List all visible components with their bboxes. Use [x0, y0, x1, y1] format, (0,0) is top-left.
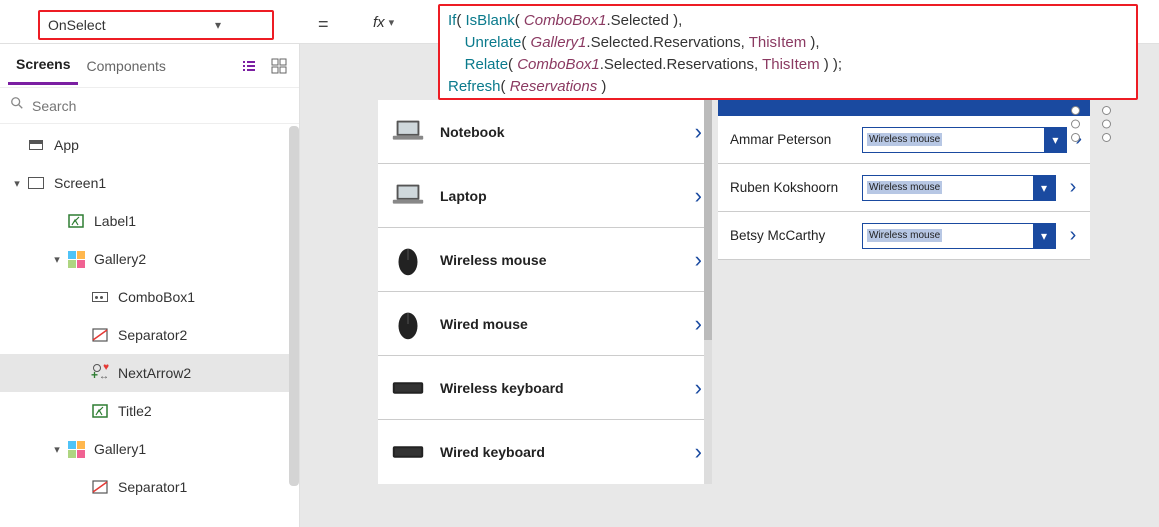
chevron-right-icon[interactable]: › — [695, 439, 702, 465]
expand-toggle-icon[interactable]: ▾ — [48, 443, 66, 456]
chevron-down-icon[interactable]: ▾ — [1044, 128, 1066, 152]
tree-view: App ▾ Screen1 Label1 ▾ Gallery2 ComboBox1 Separ… — [0, 126, 299, 527]
product-thumbnail — [388, 176, 428, 216]
tree-node-label: Separator2 — [118, 327, 187, 343]
tree-node-label: Label1 — [94, 213, 136, 229]
tree-node-title2[interactable]: Title2 — [0, 392, 299, 430]
grid-view-icon[interactable] — [267, 54, 291, 78]
product-combobox[interactable]: Wireless mouse▾ — [862, 175, 1056, 201]
gallery-products: Notebook›Laptop›Wireless mouse›Wired mou… — [378, 100, 710, 484]
next-arrow-icon[interactable]: › — [1064, 224, 1082, 247]
reservation-name: Betsy McCarthy — [730, 228, 862, 243]
design-canvas: Notebook›Laptop›Wireless mouse›Wired mou… — [300, 100, 1159, 527]
reservation-name: Ammar Peterson — [730, 132, 862, 147]
reservation-row: Ammar PetersonWireless mouse▾› — [718, 116, 1090, 164]
list-view-icon[interactable] — [237, 54, 261, 78]
product-title: Wireless mouse — [440, 252, 695, 268]
tree-node-separator2[interactable]: Separator2 — [0, 316, 299, 354]
tree-node-label: Screen1 — [54, 175, 106, 191]
product-title: Laptop — [440, 188, 695, 204]
chevron-down-icon: ▾ — [156, 18, 272, 32]
panel-tabs: Screens Components — [0, 44, 299, 88]
product-row[interactable]: Wired mouse› — [378, 292, 710, 356]
product-row[interactable]: Notebook› — [378, 100, 710, 164]
chevron-down-icon[interactable]: ▾ — [1033, 224, 1055, 248]
scrollbar[interactable] — [704, 100, 712, 484]
tree-node-label: Separator1 — [118, 479, 187, 495]
chevron-right-icon[interactable]: › — [695, 247, 702, 273]
product-thumbnail — [388, 432, 428, 472]
expand-toggle-icon[interactable]: ▾ — [8, 177, 26, 190]
product-title: Notebook — [440, 124, 695, 140]
product-row[interactable]: Wired keyboard› — [378, 420, 710, 484]
chevron-down-icon: ▾ — [389, 16, 395, 29]
next-arrow-icon[interactable]: › — [1064, 176, 1082, 199]
fx-label[interactable]: fx ▾ — [373, 14, 394, 31]
combobox-value: Wireless mouse — [863, 176, 1033, 200]
tree-node-combobox1[interactable]: ComboBox1 — [0, 278, 299, 316]
tree-node-label: Gallery1 — [94, 441, 146, 457]
search-icon — [10, 96, 24, 115]
tree-node-label: Title2 — [118, 403, 152, 419]
chevron-right-icon[interactable]: › — [695, 375, 702, 401]
property-selector[interactable]: OnSelect ▾ — [38, 10, 274, 40]
tree-node-gallery2[interactable]: ▾ Gallery2 — [0, 240, 299, 278]
product-combobox[interactable]: Wireless mouse▾ — [862, 127, 1067, 153]
chevron-down-icon[interactable]: ▾ — [1033, 176, 1055, 200]
product-title: Wired keyboard — [440, 444, 695, 460]
tree-node-separator1[interactable]: Separator1 — [0, 468, 299, 506]
formula-bar[interactable]: If( IsBlank( ComboBox1.Selected ), Unrel… — [438, 4, 1138, 100]
tab-screens[interactable]: Screens — [8, 46, 78, 85]
product-thumbnail — [388, 368, 428, 408]
combobox-value: Wireless mouse — [863, 224, 1033, 248]
search-input[interactable] — [32, 98, 289, 114]
tree-panel: Screens Components App ▾ Screen1 Label1 ▾ Gal… — [0, 44, 300, 527]
tree-node-label: Gallery2 — [94, 251, 146, 267]
product-thumbnail — [388, 304, 428, 344]
tree-node-screen1[interactable]: ▾ Screen1 — [0, 164, 299, 202]
product-title: Wired mouse — [440, 316, 695, 332]
product-combobox[interactable]: Wireless mouse▾ — [862, 223, 1056, 249]
property-name: OnSelect — [40, 17, 156, 33]
reservations-header — [718, 100, 1090, 116]
tree-search — [0, 88, 299, 124]
product-title: Wireless keyboard — [440, 380, 695, 396]
scrollbar[interactable] — [289, 126, 299, 486]
product-thumbnail — [388, 240, 428, 280]
combobox-value: Wireless mouse — [863, 128, 1044, 152]
chevron-right-icon[interactable]: › — [695, 183, 702, 209]
tree-node-label: ComboBox1 — [118, 289, 195, 305]
tree-node-app[interactable]: App — [0, 126, 299, 164]
chevron-right-icon[interactable]: › — [695, 119, 702, 145]
product-row[interactable]: Wireless keyboard› — [378, 356, 710, 420]
product-thumbnail — [388, 112, 428, 152]
gallery-reservations: Ammar PetersonWireless mouse▾›Ruben Koks… — [718, 116, 1090, 260]
tree-node-label: App — [54, 137, 79, 153]
chevron-right-icon[interactable]: › — [695, 311, 702, 337]
product-row[interactable]: Laptop› — [378, 164, 710, 228]
selection-handles[interactable] — [1071, 106, 1111, 142]
reservation-row: Ruben KokshoornWireless mouse▾ › — [718, 164, 1090, 212]
expand-toggle-icon[interactable]: ▾ — [48, 253, 66, 266]
tab-components[interactable]: Components — [78, 48, 173, 84]
reservation-row: Betsy McCarthyWireless mouse▾ › — [718, 212, 1090, 260]
reservation-name: Ruben Kokshoorn — [730, 180, 862, 195]
tree-node-label: NextArrow2 — [118, 365, 191, 381]
tree-node-gallery1[interactable]: ▾ Gallery1 — [0, 430, 299, 468]
equals-label: = — [318, 14, 329, 35]
tree-node-label1[interactable]: Label1 — [0, 202, 299, 240]
tree-node-nextarrow2[interactable]: ♥+↔NextArrow2 — [0, 354, 299, 392]
product-row[interactable]: Wireless mouse› — [378, 228, 710, 292]
